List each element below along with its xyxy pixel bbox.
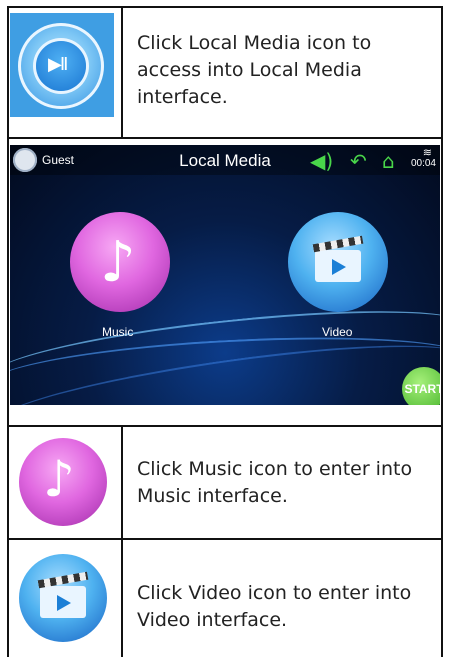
- row4-description: Click Video icon to enter into Video int…: [137, 582, 412, 631]
- table-border: [7, 6, 9, 657]
- table-border: [441, 6, 443, 657]
- volume-icon[interactable]: ◀): [310, 149, 333, 173]
- music-note-icon: ♪: [19, 438, 107, 526]
- back-icon[interactable]: ↶: [350, 149, 367, 173]
- status-bar: Guest Local Media ◀) ↶ ⌂ ≋ 00:04: [10, 145, 440, 175]
- table-border: [7, 425, 443, 427]
- table-border: [121, 425, 123, 657]
- table-border: [121, 6, 123, 139]
- home-icon[interactable]: ⌂: [382, 149, 395, 173]
- table-border: [7, 538, 443, 540]
- row1-description: Click Local Media icon to access into Lo…: [137, 32, 372, 108]
- video-clapper-icon: [19, 554, 107, 642]
- start-button[interactable]: START: [402, 367, 440, 405]
- table-border: [7, 137, 443, 139]
- music-label: Music: [102, 325, 134, 339]
- video-label: Video: [322, 325, 353, 339]
- music-button[interactable]: ♪: [70, 212, 170, 312]
- row3-description: Click Music icon to enter into Music int…: [137, 458, 413, 507]
- video-button[interactable]: [288, 212, 388, 312]
- screen-title: Local Media: [179, 151, 271, 170]
- play-pause-icon: ▶II: [36, 41, 86, 91]
- clock: 00:04: [410, 158, 436, 169]
- local-media-screenshot: Guest Local Media ◀) ↶ ⌂ ≋ 00:04 ♪ Music…: [10, 145, 440, 405]
- table-border: [7, 6, 443, 8]
- local-media-app-icon: ▶II: [10, 13, 114, 117]
